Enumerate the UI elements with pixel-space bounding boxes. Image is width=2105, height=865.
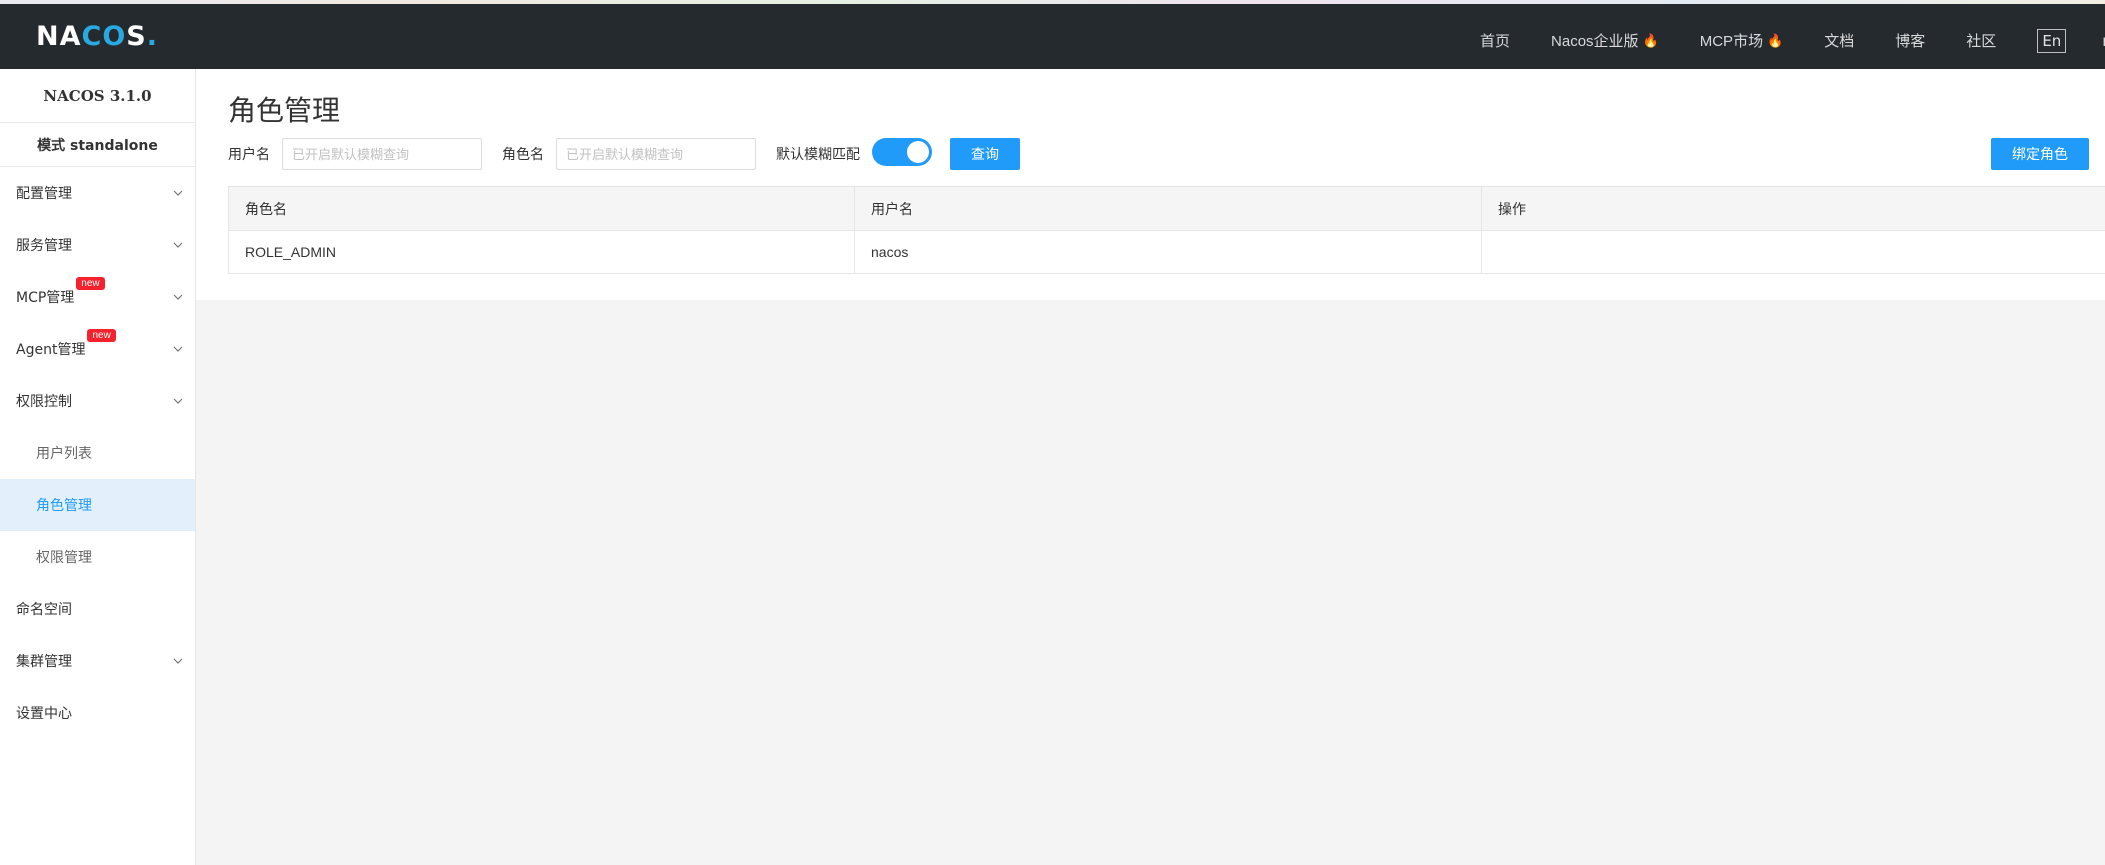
- new-badge: new: [87, 329, 116, 342]
- sidebar-subitem-roles[interactable]: 角色管理: [0, 479, 195, 531]
- cell-user: nacos: [855, 231, 1482, 273]
- column-header-user: 用户名: [855, 187, 1482, 230]
- query-button[interactable]: 查询: [950, 138, 1020, 170]
- table-header: 角色名 用户名 操作: [229, 187, 2105, 230]
- roles-table: 角色名 用户名 操作 ROLE_ADMIN nacos: [228, 186, 2105, 274]
- sidebar-item-settings[interactable]: 设置中心: [0, 687, 195, 739]
- language-switch-button[interactable]: En: [2037, 28, 2067, 53]
- username-label: 用户名: [228, 147, 270, 163]
- sidebar-item-mcp[interactable]: MCP管理 new: [0, 271, 195, 323]
- nav-blog[interactable]: 博客: [1895, 30, 1925, 51]
- bind-role-button[interactable]: 绑定角色: [1991, 138, 2089, 170]
- mode-label: 模式 standalone: [0, 123, 195, 167]
- chevron-down-icon: [173, 294, 183, 300]
- chevron-down-icon: [173, 190, 183, 196]
- sidebar-item-agent[interactable]: Agent管理 new: [0, 323, 195, 375]
- page-title: 角色管理: [228, 94, 341, 127]
- nav-mcp-market[interactable]: MCP市场 🔥: [1700, 30, 1784, 51]
- sidebar-subitem-users[interactable]: 用户列表: [0, 427, 195, 479]
- sidebar-subitem-permissions[interactable]: 权限管理: [0, 531, 195, 583]
- cell-action: [1482, 231, 2105, 273]
- nav-home[interactable]: 首页: [1480, 30, 1510, 51]
- toggle-knob: [907, 141, 929, 163]
- fuzzy-match-toggle[interactable]: [872, 138, 932, 166]
- fire-icon: 🔥: [1642, 32, 1659, 48]
- sidebar-item-auth[interactable]: 权限控制: [0, 375, 195, 427]
- sidebar: NACOS 3.1.0 模式 standalone 配置管理 服务管理 MCP管…: [0, 69, 196, 865]
- version-label: NACOS 3.1.0: [0, 69, 195, 123]
- rolename-label: 角色名: [502, 147, 544, 163]
- column-header-role: 角色名: [229, 187, 855, 230]
- cell-role: ROLE_ADMIN: [229, 231, 855, 273]
- chevron-down-icon: [173, 242, 183, 248]
- fuzzy-match-label: 默认模糊匹配: [776, 147, 860, 163]
- chevron-up-icon: [173, 398, 183, 404]
- column-header-action: 操作: [1498, 200, 1526, 217]
- nav-enterprise[interactable]: Nacos企业版 🔥: [1551, 30, 1659, 51]
- sidebar-item-namespace[interactable]: 命名空间: [0, 583, 195, 635]
- chevron-down-icon: [173, 346, 183, 352]
- top-navbar: NACOS. 首页 Nacos企业版🔥 MCP市场🔥 文档 博客 社区 En n…: [0, 4, 2105, 69]
- sidebar-item-config[interactable]: 配置管理: [0, 167, 195, 219]
- sidebar-item-service[interactable]: 服务管理: [0, 219, 195, 271]
- chevron-down-icon: [173, 658, 183, 664]
- main-content: 角色管理 用户名 角色名 默认模糊匹配 查询 绑定角色 角色名 用户名 操作 R…: [196, 69, 2105, 300]
- username-input[interactable]: [282, 138, 482, 170]
- nacos-logo[interactable]: NA CO S.: [36, 19, 158, 53]
- top-nav: 首页 Nacos企业版🔥 MCP市场🔥 文档 博客 社区 En nacos: [1480, 8, 2105, 73]
- table-row: ROLE_ADMIN nacos: [229, 230, 2105, 273]
- fire-icon: 🔥: [1767, 32, 1784, 48]
- sidebar-item-cluster[interactable]: 集群管理: [0, 635, 195, 687]
- nav-community[interactable]: 社区: [1966, 30, 1996, 51]
- nav-docs[interactable]: 文档: [1824, 30, 1854, 51]
- new-badge: new: [76, 277, 105, 290]
- rolename-input[interactable]: [556, 138, 756, 170]
